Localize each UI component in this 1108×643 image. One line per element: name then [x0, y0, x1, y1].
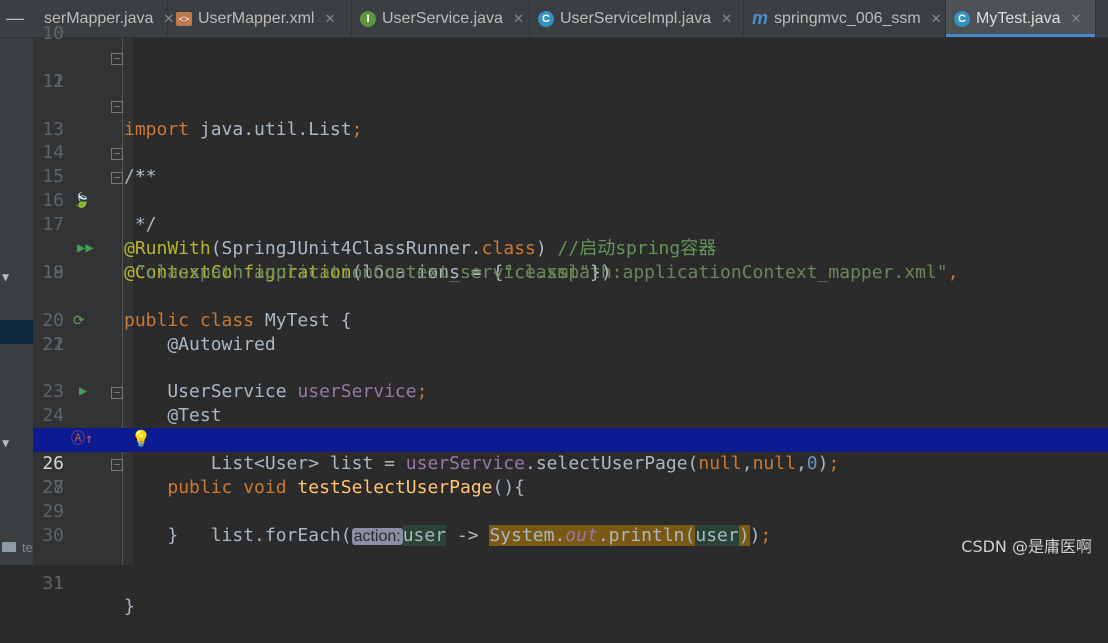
override-marker-icon[interactable]: Ⓐ↑: [71, 432, 93, 446]
expand-arrow-icon[interactable]: ▼: [2, 270, 9, 284]
line-number: 31: [42, 572, 64, 594]
line-number: 10: [42, 23, 64, 44]
code-line: 30: [33, 524, 1108, 548]
selected-tree-row[interactable]: [0, 320, 33, 344]
code-line: 28: [33, 476, 1108, 500]
code-editor[interactable]: 10 11 import java.util.List; 12 13 /** 1…: [33, 22, 1108, 618]
line-number: 28: [42, 476, 64, 498]
code-line: 18 ▶▶ public class MyTest {: [33, 237, 1108, 331]
code-line: 14 *: [33, 118, 1108, 187]
fold-icon[interactable]: [111, 100, 123, 113]
line-number: 30: [42, 524, 64, 546]
code-line: 25 List<User> list = userService.selectU…: [33, 404, 1108, 474]
code-line: 31 }: [33, 548, 1108, 618]
fold-icon[interactable]: [111, 459, 123, 472]
code-line: 16 @RunWith(SpringJUnit4ClassRunner.clas…: [33, 165, 1108, 259]
code-line: 22: [33, 333, 1108, 357]
code-line: 12: [33, 70, 1108, 94]
line-number: 12: [42, 70, 64, 92]
code-line: 20 @Autowired: [33, 285, 1108, 355]
run-class-icon[interactable]: ▶▶: [77, 241, 94, 255]
watermark: CSDN @是庸医啊: [961, 537, 1092, 556]
code-line: 15 */: [33, 141, 1108, 235]
code-line: 11 import java.util.List;: [33, 46, 1108, 140]
line-number: 19: [42, 261, 64, 283]
code-text: }: [124, 596, 135, 618]
spring-bean-icon[interactable]: 🍃: [73, 194, 90, 208]
run-test-icon[interactable]: ▶: [79, 384, 87, 398]
autowired-bean-icon[interactable]: ⟳: [73, 314, 85, 328]
code-line: 27 }: [33, 452, 1108, 546]
lightbulb-icon[interactable]: 💡: [131, 431, 151, 447]
code-line: 21 ⟳ UserService userService;: [33, 309, 1108, 403]
project-panel-edge: ▼ ▼ te: [0, 38, 33, 565]
current-code-line: 26 Ⓐ↑ 💡 list.forEach(action: user -> Syst…: [33, 428, 1108, 546]
code-line: 10: [33, 22, 1108, 46]
folder-icon: [2, 542, 16, 552]
fold-icon[interactable]: [111, 387, 123, 400]
collapse-icon[interactable]: —: [0, 0, 30, 37]
expand-arrow-icon[interactable]: ▼: [2, 436, 9, 450]
line-number: 22: [42, 333, 64, 355]
fold-icon[interactable]: [111, 52, 123, 65]
code-line: 29: [33, 500, 1108, 524]
line-number: 29: [42, 500, 64, 522]
code-line: "classpath:applicationContext_service.xm…: [33, 213, 1108, 283]
fold-icon[interactable]: [111, 148, 123, 161]
fold-icon[interactable]: [111, 172, 123, 185]
code-line: 13 /**: [33, 94, 1108, 187]
code-line: 17 🍃 @ContextConfiguration(locations = {…: [33, 189, 1108, 283]
tree-item-label[interactable]: te: [22, 540, 33, 555]
code-line: 23 @Test: [33, 356, 1108, 426]
code-line: 19: [33, 261, 1108, 285]
code-line: 24 ▶ public void testSelectUserPage(){: [33, 380, 1108, 498]
